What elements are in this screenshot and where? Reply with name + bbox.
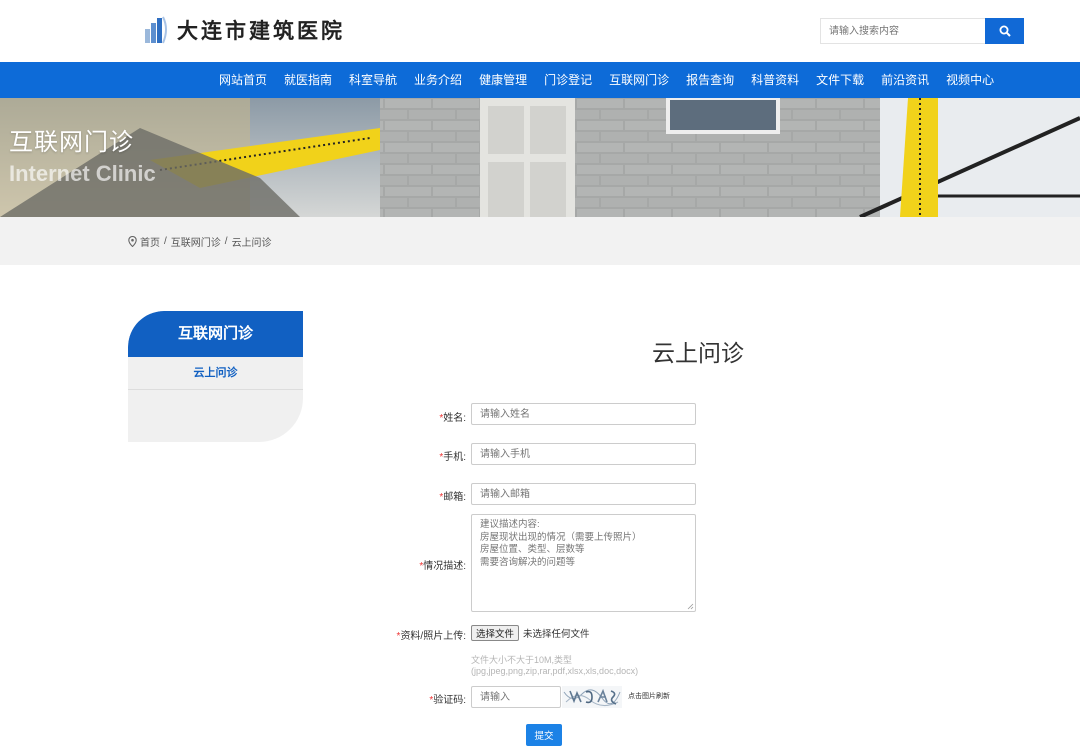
name-label-text: 姓名: <box>443 413 466 424</box>
nav-item-science[interactable]: 科普资料 <box>742 62 807 98</box>
sidebar: 互联网门诊 云上问诊 <box>128 311 303 442</box>
phone-label: *手机: <box>439 448 466 463</box>
upload-label: *资料/照片上传: <box>397 627 466 642</box>
captcha-input[interactable] <box>471 686 561 708</box>
file-status: 未选择任何文件 <box>523 629 590 640</box>
captcha-label: *验证码: <box>429 691 466 706</box>
nav-list: 网站首页 就医指南 科室导航 业务介绍 健康管理 门诊登记 互联网门诊 报告查询… <box>210 62 1002 98</box>
search-input[interactable] <box>820 18 985 44</box>
description-label-text: 情况描述: <box>423 561 466 572</box>
choose-file-button[interactable]: 选择文件 <box>471 625 520 641</box>
search-icon <box>999 25 1011 37</box>
breadcrumb-separator: / <box>224 236 228 247</box>
breadcrumb-internet-clinic[interactable]: 互联网门诊 <box>171 234 221 249</box>
captcha-refresh-link[interactable]: 点击图片刷新 <box>628 691 670 701</box>
resize-handle-icon[interactable] <box>687 603 694 610</box>
nav-item-registration[interactable]: 门诊登记 <box>535 62 600 98</box>
captcha-image[interactable] <box>562 686 622 708</box>
breadcrumb: 首页 / 互联网门诊 / 云上问诊 <box>128 234 272 249</box>
sidebar-item-cloud-consultation[interactable]: 云上问诊 <box>128 357 303 390</box>
banner-illustration <box>0 98 1080 217</box>
nav-item-services[interactable]: 业务介绍 <box>405 62 470 98</box>
phone-label-text: 手机: <box>443 452 466 463</box>
breadcrumb-current: 云上问诊 <box>231 238 272 249</box>
search-button[interactable] <box>985 18 1024 44</box>
form-title: 云上问诊 <box>652 340 744 366</box>
description-textarea[interactable] <box>471 514 696 612</box>
nav-item-health[interactable]: 健康管理 <box>470 62 535 98</box>
nav-item-departments[interactable]: 科室导航 <box>340 62 405 98</box>
submit-button[interactable]: 提交 <box>526 724 562 746</box>
name-label: *姓名: <box>439 409 466 424</box>
building-logo-icon <box>145 16 167 44</box>
file-upload: 选择文件 未选择任何文件 <box>471 625 590 641</box>
banner-title: 互联网门诊 <box>9 129 134 156</box>
phone-input[interactable] <box>471 443 696 465</box>
name-input[interactable] <box>471 403 696 425</box>
breadcrumb-separator: / <box>164 236 167 247</box>
banner-subtitle: Internet Clinic <box>9 161 156 186</box>
search-bar <box>820 18 1024 44</box>
nav-item-news[interactable]: 前沿资讯 <box>872 62 937 98</box>
email-label-text: 邮箱: <box>443 492 466 503</box>
nav-item-video[interactable]: 视频中心 <box>937 62 1002 98</box>
main-nav: 网站首页 就医指南 科室导航 业务介绍 健康管理 门诊登记 互联网门诊 报告查询… <box>0 62 1080 98</box>
site-header: 大连市建筑医院 <box>0 0 1080 62</box>
nav-item-downloads[interactable]: 文件下载 <box>807 62 872 98</box>
location-pin-icon <box>128 236 137 247</box>
nav-item-home[interactable]: 网站首页 <box>210 62 275 98</box>
nav-item-reports[interactable]: 报告查询 <box>677 62 742 98</box>
email-label: *邮箱: <box>439 488 466 503</box>
email-input[interactable] <box>471 483 696 505</box>
page-banner: 互联网门诊 Internet Clinic <box>0 98 1080 217</box>
captcha-label-text: 验证码: <box>433 695 466 706</box>
sidebar-title: 互联网门诊 <box>128 311 303 357</box>
description-label: *情况描述: <box>419 557 466 572</box>
upload-label-text: 资料/照片上传: <box>400 631 466 642</box>
nav-item-internet-clinic[interactable]: 互联网门诊 <box>600 62 677 98</box>
site-name: 大连市建筑医院 <box>177 20 345 43</box>
breadcrumb-home[interactable]: 首页 <box>140 234 160 249</box>
breadcrumb-bar: 首页 / 互联网门诊 / 云上问诊 <box>0 217 1080 265</box>
upload-hint: 文件大小不大于10M,类型(jpg,jpeg,png,zip,rar,pdf,x… <box>471 655 639 676</box>
nav-item-guide[interactable]: 就医指南 <box>275 62 340 98</box>
site-logo[interactable]: 大连市建筑医院 <box>143 14 345 46</box>
